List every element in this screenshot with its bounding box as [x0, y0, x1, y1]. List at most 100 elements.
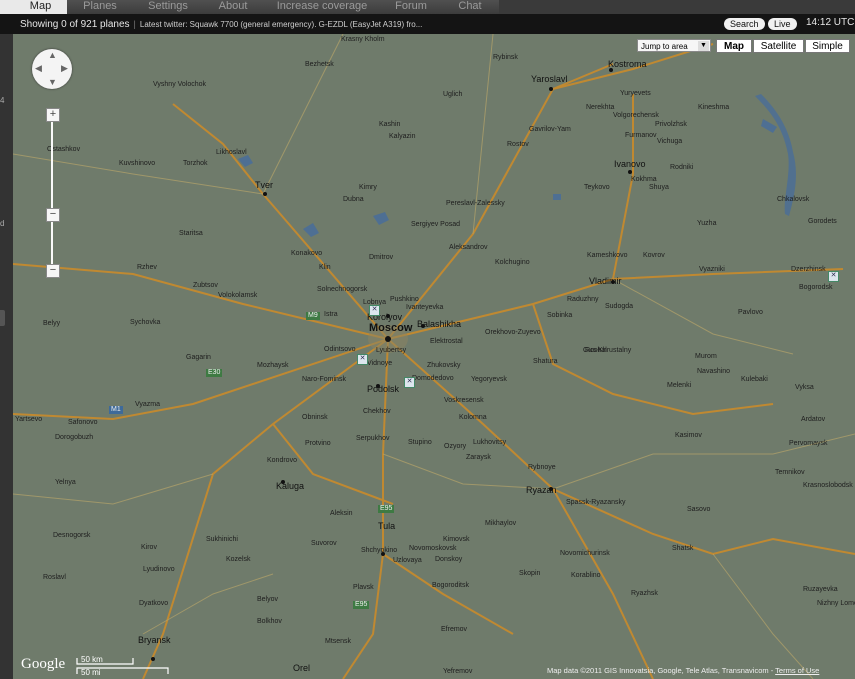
- attribution-text: Map data ©2011 GIS Innovatsia, Google, T…: [547, 666, 774, 675]
- city-label: Dzerzhinsk: [791, 266, 826, 273]
- jump-to-area-select[interactable]: Jump to area ▼: [637, 39, 711, 52]
- city-label: Dyatkovo: [139, 600, 169, 607]
- city-label: Kimry: [359, 184, 377, 191]
- city-label: Lukhovitsy: [473, 439, 507, 446]
- city-label: Kameshkovo: [587, 252, 628, 259]
- city-label: Uzlovaya: [393, 557, 422, 564]
- city-label: Vichuga: [657, 138, 683, 145]
- terms-of-use-link[interactable]: Terms of Use: [775, 666, 819, 675]
- zoom-out-button[interactable]: −: [46, 264, 60, 278]
- zoom-slider-handle[interactable]: −: [46, 208, 60, 222]
- chevron-down-icon: ▼: [698, 41, 709, 51]
- city-label: Zhukovsky: [427, 362, 461, 369]
- city-label: Sukhinichi: [206, 536, 238, 543]
- city-label: Domodedovo: [412, 375, 454, 382]
- city-label: Kashin: [379, 121, 401, 128]
- tab-map[interactable]: Map: [14, 0, 68, 14]
- map-type-simple-button[interactable]: Simple: [805, 39, 850, 53]
- airport-icon[interactable]: ✕: [828, 271, 839, 282]
- tab-chat[interactable]: Chat: [441, 0, 500, 14]
- city-label: Zaraysk: [466, 454, 491, 461]
- city-label: Voskresensk: [444, 397, 484, 404]
- map-type-satellite-button[interactable]: Satellite: [753, 39, 804, 53]
- city-label: Furmanov: [625, 132, 657, 139]
- city-label: Ryazhsk: [631, 590, 658, 597]
- city-label: Mtsensk: [325, 638, 352, 645]
- live-button[interactable]: Live: [768, 18, 797, 30]
- zoom-slider-track[interactable]: [51, 120, 53, 270]
- city-label: Vyksa: [795, 384, 814, 391]
- city-label: Sudogda: [605, 303, 634, 310]
- zoom-in-button[interactable]: +: [46, 108, 60, 122]
- tab-about[interactable]: About: [203, 0, 264, 14]
- city-label: Teykovo: [584, 184, 610, 191]
- city-label: Podolsk: [367, 384, 400, 394]
- city-label: Yefremov: [443, 668, 473, 675]
- airport-icon[interactable]: ✕: [357, 354, 368, 365]
- city-label: Bolkhov: [257, 618, 282, 625]
- road-shield: E95: [378, 505, 395, 513]
- pan-up-icon[interactable]: ▲: [48, 50, 57, 60]
- jump-label: Jump to area: [641, 42, 688, 51]
- airport-icon[interactable]: ✕: [404, 377, 415, 388]
- city-label: Kirov: [141, 544, 157, 551]
- airport-icon[interactable]: ✕: [369, 305, 380, 316]
- city-label: Shuya: [649, 184, 669, 191]
- city-label: Ozyory: [444, 443, 467, 450]
- city-label: Donskoy: [435, 556, 463, 563]
- city-label: Rostov: [507, 141, 529, 148]
- city-label: Vyazma: [135, 401, 161, 408]
- city-label: Desnogorsk: [53, 532, 91, 539]
- tab-increase-coverage[interactable]: Increase coverage: [263, 0, 382, 14]
- pan-right-icon[interactable]: ▶: [61, 63, 68, 74]
- city-label: Roslavl: [43, 574, 66, 581]
- map-type-map-button[interactable]: Map: [716, 39, 752, 53]
- city-label: Korablino: [571, 572, 601, 579]
- road-shield: M1: [109, 406, 123, 414]
- city-label: Yegoryevsk: [471, 376, 507, 383]
- tab-settings[interactable]: Settings: [133, 0, 204, 14]
- city-label: Uglich: [443, 91, 463, 98]
- city-label: Zubtsov: [193, 282, 218, 289]
- panel-handle[interactable]: [0, 310, 5, 326]
- city-label: Kokhma: [631, 176, 657, 183]
- city-label: Ivanovo: [614, 159, 646, 169]
- latest-twitter[interactable]: Latest twitter: Squawk 7700 (general eme…: [140, 20, 565, 29]
- tab-planes[interactable]: Planes: [67, 0, 134, 14]
- city-label: Yartsevo: [15, 416, 43, 423]
- city-label: Navashino: [697, 368, 731, 375]
- city-label: Raduzhny: [567, 296, 599, 303]
- city-label: Likhoslavl: [216, 149, 247, 156]
- status-separator: |: [133, 19, 136, 29]
- road-shield: M9: [306, 312, 320, 320]
- city-label: Solnechnogorsk: [317, 286, 368, 293]
- city-label: Aleksin: [330, 510, 353, 517]
- google-logo[interactable]: Google: [21, 656, 65, 673]
- city-label: Tula: [378, 521, 396, 531]
- search-button[interactable]: Search: [724, 18, 765, 30]
- pan-down-icon[interactable]: ▼: [48, 77, 57, 87]
- city-label: Dorogobuzh: [55, 434, 94, 441]
- city-label: Sergiyev Posad: [411, 221, 461, 228]
- city-label: Rybinsk: [493, 54, 518, 61]
- city-label: Temnikov: [775, 469, 805, 476]
- city-label: Kineshma: [698, 104, 730, 111]
- city-label: Plavsk: [353, 584, 374, 591]
- city-label: Yuzha: [697, 220, 717, 227]
- map-canvas[interactable]: Moscow Tver Yaroslavl Kostroma Ivanovo V…: [13, 34, 855, 679]
- city-label: Kolchugino: [495, 259, 530, 266]
- city-label: Gavrilov-Yam: [529, 126, 571, 133]
- pan-control[interactable]: ▲ ▼ ◀ ▶: [32, 49, 72, 89]
- city-label: Nerekhta: [586, 104, 615, 111]
- city-label: Elektrostal: [430, 338, 463, 345]
- city-label: Serpukhov: [356, 435, 390, 442]
- left-mark: 4: [0, 96, 5, 105]
- city-label: Shchyokino: [361, 547, 398, 554]
- city-label: Kasimov: [675, 432, 702, 439]
- city-label: Vyshny Volochok: [153, 81, 207, 88]
- city-label: Pervomaysk: [789, 440, 828, 447]
- city-label: Ivanteyevka: [406, 304, 444, 311]
- tab-forum[interactable]: Forum: [381, 0, 442, 14]
- city-label: Sobinka: [547, 312, 573, 319]
- pan-left-icon[interactable]: ◀: [35, 63, 42, 74]
